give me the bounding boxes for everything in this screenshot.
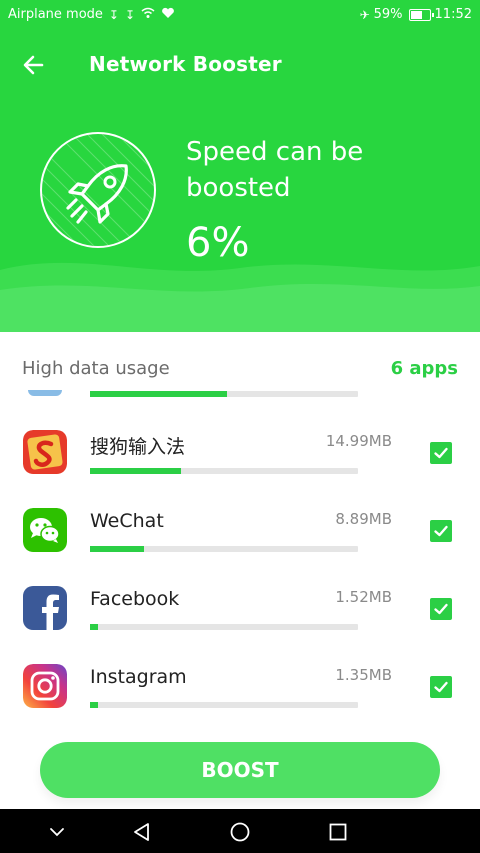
boost-headline: Speed can be boosted [186, 137, 364, 203]
usage-progress-fill [90, 468, 182, 474]
usage-progress-bar [90, 546, 358, 552]
section-title: High data usage [22, 358, 170, 379]
app-size: 8.89MB [335, 510, 392, 528]
system-nav-bar [0, 809, 480, 853]
back-triangle-icon[interactable] [131, 821, 153, 843]
app-icon-partial [28, 390, 62, 396]
status-time: 11:52 [434, 7, 472, 22]
section-count: 6 apps [390, 358, 458, 379]
usage-progress-bar [90, 624, 358, 630]
rocket-badge [40, 132, 156, 248]
chevron-down-icon[interactable] [46, 821, 68, 843]
status-battery-percent: 59% [373, 7, 403, 22]
usage-progress-fill [90, 546, 144, 552]
app-name: 搜狗输入法 [90, 436, 186, 458]
app-checkbox[interactable] [430, 676, 452, 698]
app-size: 1.35MB [335, 666, 392, 684]
checkmark-icon [434, 447, 448, 459]
usb-icon: ↧ [108, 7, 119, 22]
status-bar: Airplane mode ↧ ↧ ✈ 59% 11:52 [0, 0, 480, 30]
list-item[interactable]: WeChat 8.89MB [0, 508, 480, 586]
usb-icon: ↧ [124, 7, 136, 22]
airplane-icon: ✈ [359, 7, 370, 22]
boost-button[interactable]: BOOST [40, 742, 440, 798]
instagram-icon [23, 664, 67, 708]
usage-progress-bar [90, 702, 358, 708]
list-item[interactable]: 搜狗输入法 14.99MB [0, 430, 480, 508]
app-name: Instagram [90, 666, 187, 688]
usage-progress-fill [90, 624, 99, 630]
sogou-input-icon [23, 430, 67, 474]
app-checkbox[interactable] [430, 520, 452, 542]
header-banner: Airplane mode ↧ ↧ ✈ 59% 11:52 Network Bo… [0, 0, 480, 332]
status-carrier: Airplane mode [8, 7, 103, 22]
arrow-left-icon[interactable] [20, 52, 48, 78]
usage-progress-bar [90, 468, 358, 474]
app-list-panel: High data usage 6 apps 搜狗输入法 14.99MB WeC… [0, 332, 480, 742]
app-checkbox[interactable] [430, 442, 452, 464]
recents-square-icon[interactable] [327, 821, 349, 843]
wechat-icon [23, 508, 67, 552]
checkmark-icon [434, 681, 448, 693]
app-name: Facebook [90, 588, 180, 610]
usage-progress-fill [90, 702, 99, 708]
usage-progress-bar [90, 391, 358, 397]
boost-percent: 6% [186, 220, 250, 266]
facebook-icon [23, 586, 67, 630]
rocket-icon [42, 134, 154, 246]
usage-progress-fill [90, 391, 227, 397]
app-size: 14.99MB [325, 432, 392, 450]
list-item[interactable]: Facebook 1.52MB [0, 586, 480, 664]
list-item[interactable]: Instagram 1.35MB [0, 664, 480, 742]
home-circle-icon[interactable] [229, 821, 251, 843]
toolbar: Network Booster [0, 40, 480, 90]
battery-icon [408, 8, 434, 21]
list-item-partial [0, 390, 480, 402]
wifi-icon [141, 7, 155, 22]
app-checkbox[interactable] [430, 598, 452, 620]
checkmark-icon [434, 525, 448, 537]
page-title: Network Booster [89, 52, 282, 76]
app-size: 1.52MB [335, 588, 392, 606]
heart-rate-icon [161, 7, 175, 22]
checkmark-icon [434, 603, 448, 615]
app-name: WeChat [90, 510, 164, 532]
